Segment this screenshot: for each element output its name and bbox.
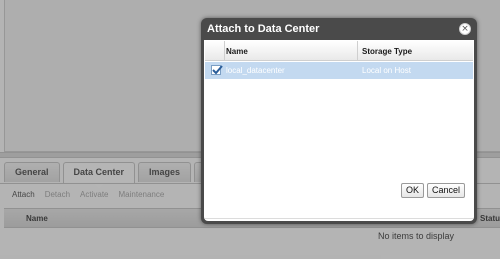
dialog-header[interactable]: Attach to Data Center ×	[201, 18, 477, 40]
ok-button[interactable]: OK	[401, 183, 425, 198]
row-checkbox[interactable]	[211, 65, 223, 75]
table-row[interactable]: local_datacenter Local on Host	[205, 62, 473, 79]
select-column-header	[205, 41, 225, 61]
checkmark-icon	[212, 65, 223, 75]
row-storage-type: Local on Host	[362, 66, 411, 75]
close-icon[interactable]: ×	[459, 23, 471, 35]
cancel-button[interactable]: Cancel	[427, 183, 466, 198]
dialog-footer-divider	[205, 218, 473, 219]
column-header-storage-type[interactable]: Storage Type	[362, 47, 412, 56]
row-name: local_datacenter	[226, 66, 285, 75]
dialog-table-header: Name Storage Type	[205, 41, 473, 61]
column-header-name[interactable]: Name	[226, 47, 248, 56]
column-divider[interactable]	[357, 41, 358, 61]
dialog-title: Attach to Data Center	[207, 23, 320, 35]
